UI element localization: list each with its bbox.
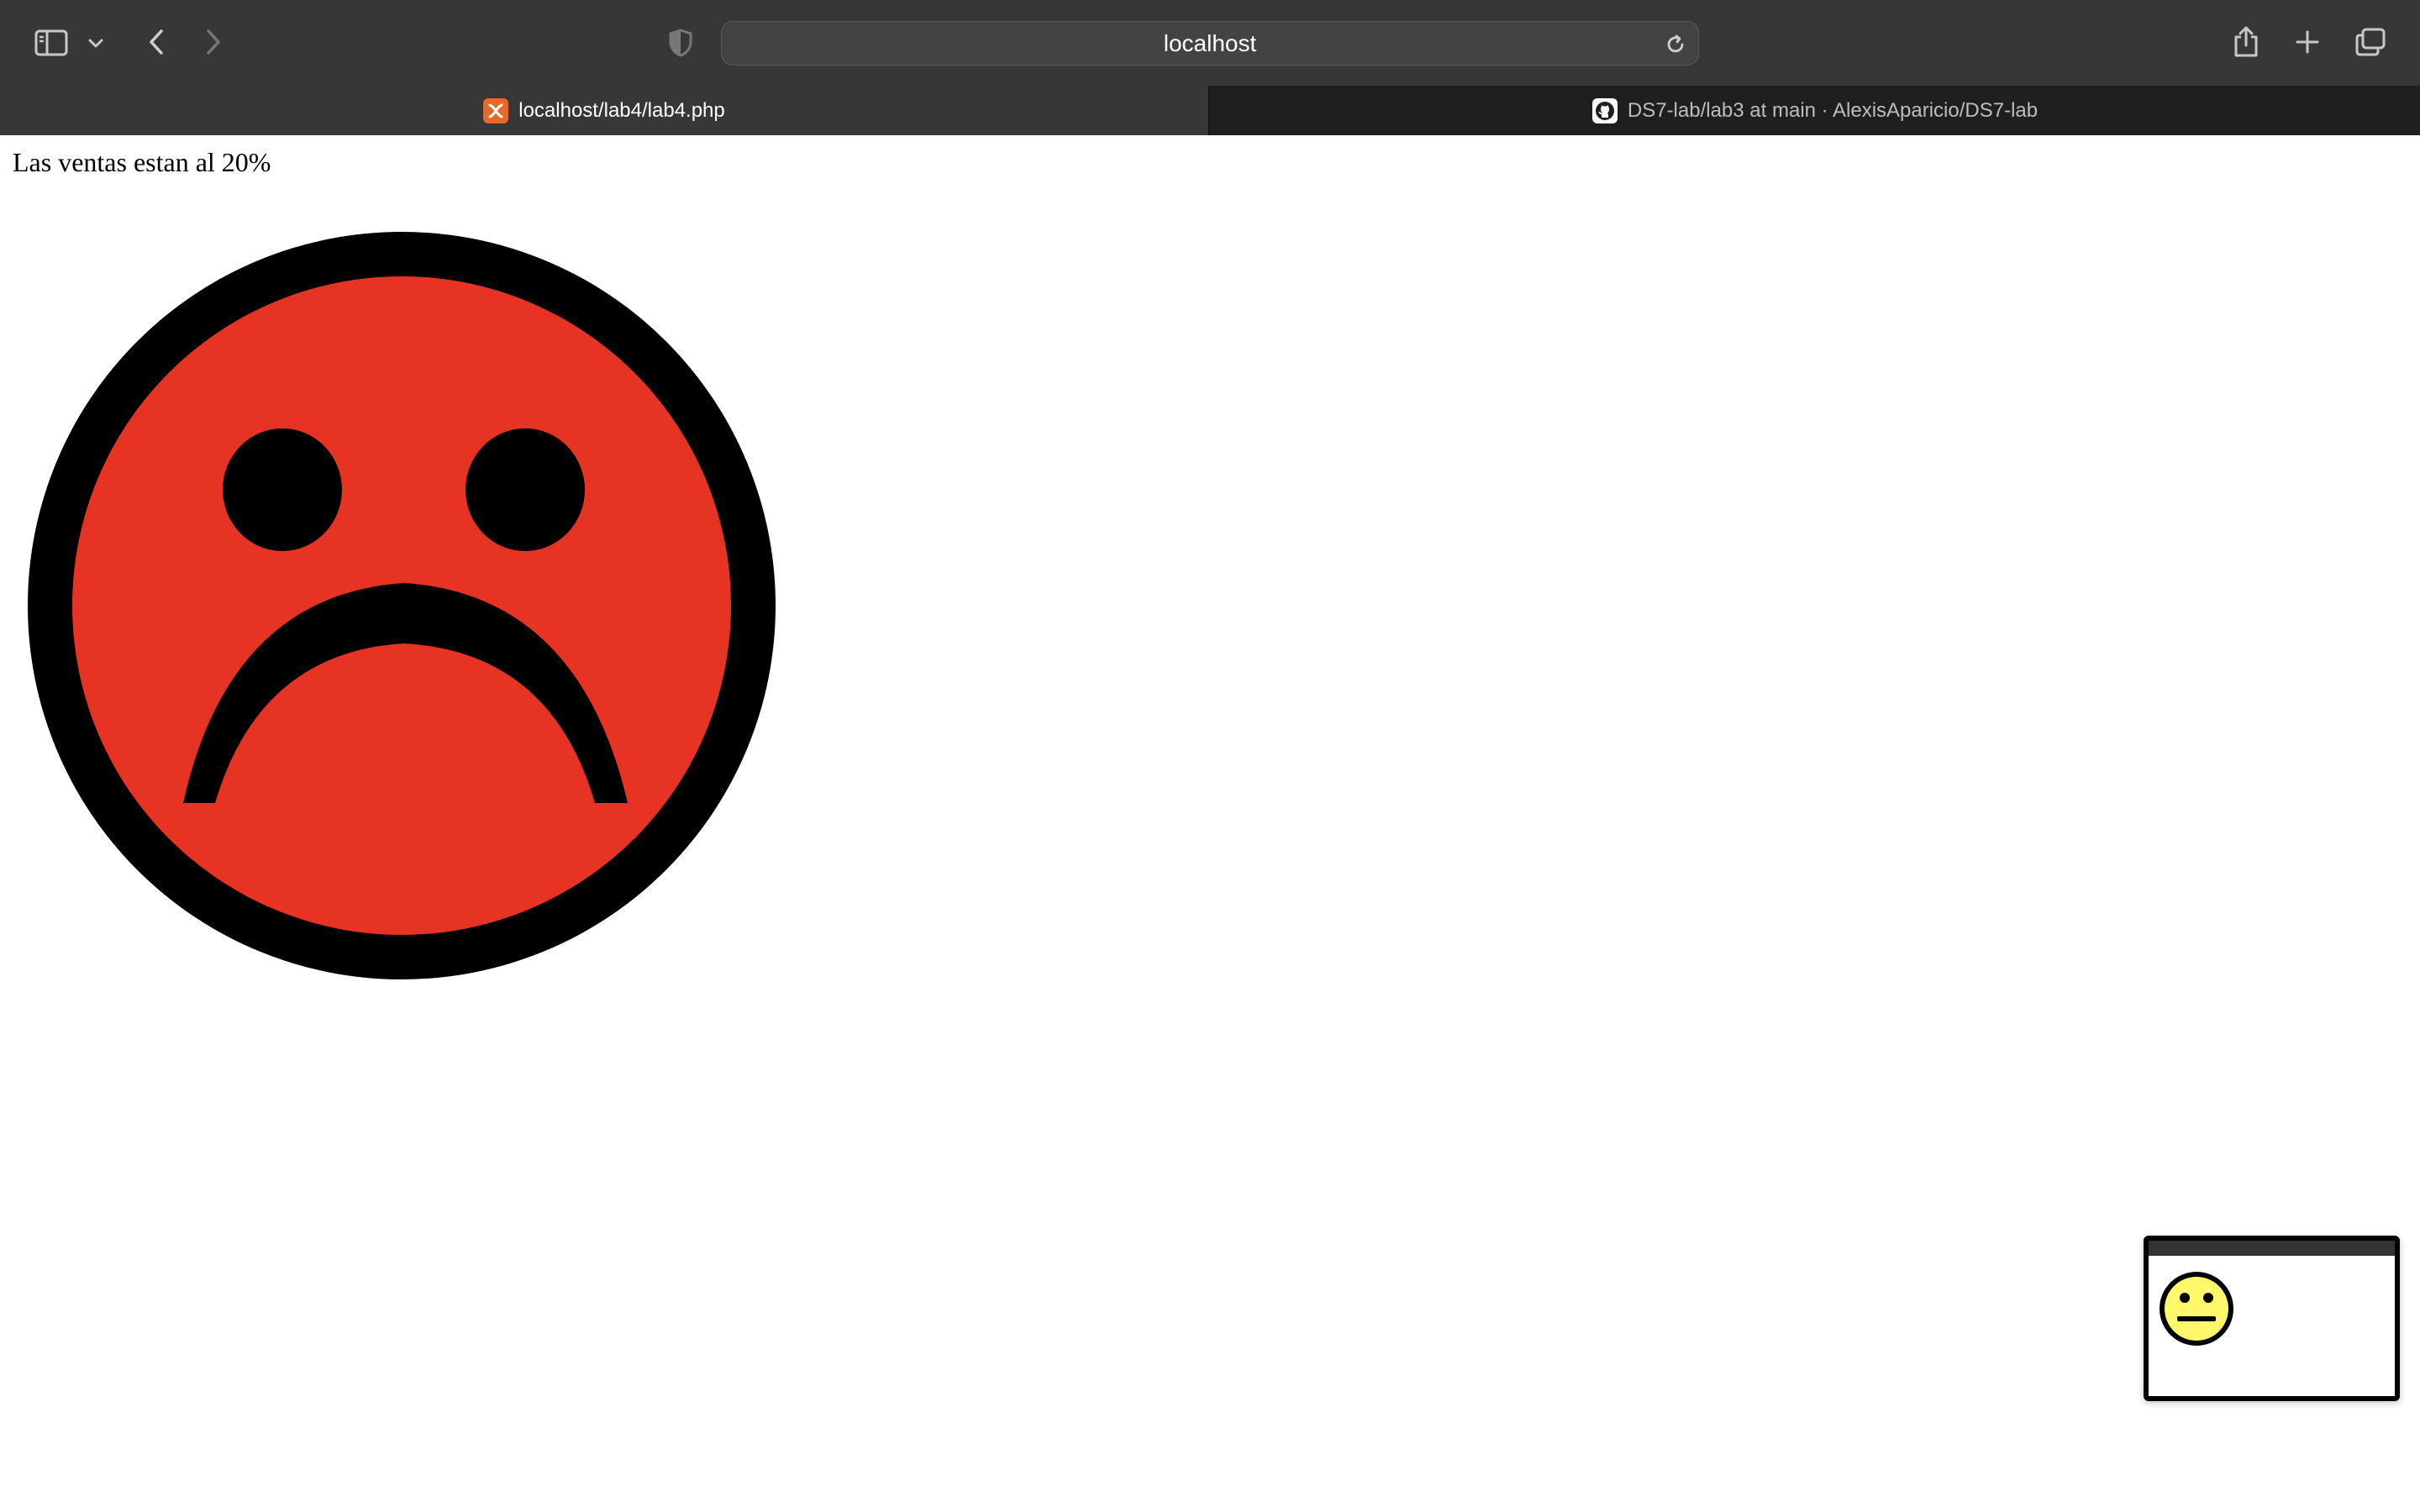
address-text: localhost <box>1163 29 1257 56</box>
chevron-right-icon <box>207 29 220 55</box>
page-content: Las ventas estan al 20% <box>0 135 2420 1512</box>
chevron-left-icon <box>150 29 163 55</box>
sidebar-icon <box>34 29 68 56</box>
share-button[interactable] <box>2230 24 2262 60</box>
new-tab-button[interactable] <box>2292 27 2323 57</box>
neutral-face-image <box>2160 1272 2233 1346</box>
xampp-icon <box>483 97 509 123</box>
reload-icon <box>1667 34 1684 53</box>
chevron-down-icon <box>88 39 103 48</box>
plus-icon <box>2296 30 2319 54</box>
tab-group-dropdown-button[interactable] <box>84 32 108 55</box>
sad-face-image <box>28 232 776 979</box>
github-icon <box>1591 97 1618 123</box>
left-eye <box>223 428 342 551</box>
tab-github-ds7-lab[interactable]: DS7-lab/lab3 at main · AlexisAparicio/DS… <box>1210 86 2420 135</box>
sidebar-toggle-button[interactable] <box>32 27 71 59</box>
share-icon <box>2234 26 2258 57</box>
tab-label: DS7-lab/lab3 at main · AlexisAparicio/DS… <box>1627 98 2039 122</box>
right-eye <box>466 428 585 551</box>
window-thumbnail-preview[interactable] <box>2144 1236 2400 1401</box>
tab-bar: localhost/lab4/lab4.php DS7-lab/lab3 at … <box>0 86 2420 135</box>
tab-overview-button[interactable] <box>2353 25 2388 59</box>
address-bar[interactable]: localhost <box>721 21 1699 66</box>
tab-label: localhost/lab4/lab4.php <box>518 98 725 122</box>
tab-overview-icon <box>2355 28 2386 56</box>
shield-icon <box>669 29 692 57</box>
back-button[interactable] <box>139 25 173 59</box>
thumbnail-toolbar <box>2149 1241 2395 1256</box>
reload-button[interactable] <box>1663 32 1688 57</box>
browser-toolbar: localhost <box>0 0 2420 86</box>
tab-localhost-lab4[interactable]: localhost/lab4/lab4.php <box>0 86 1208 135</box>
forward-button[interactable] <box>197 25 230 59</box>
sales-status-text: Las ventas estan al 20% <box>13 147 271 177</box>
privacy-report-button[interactable] <box>666 27 696 59</box>
